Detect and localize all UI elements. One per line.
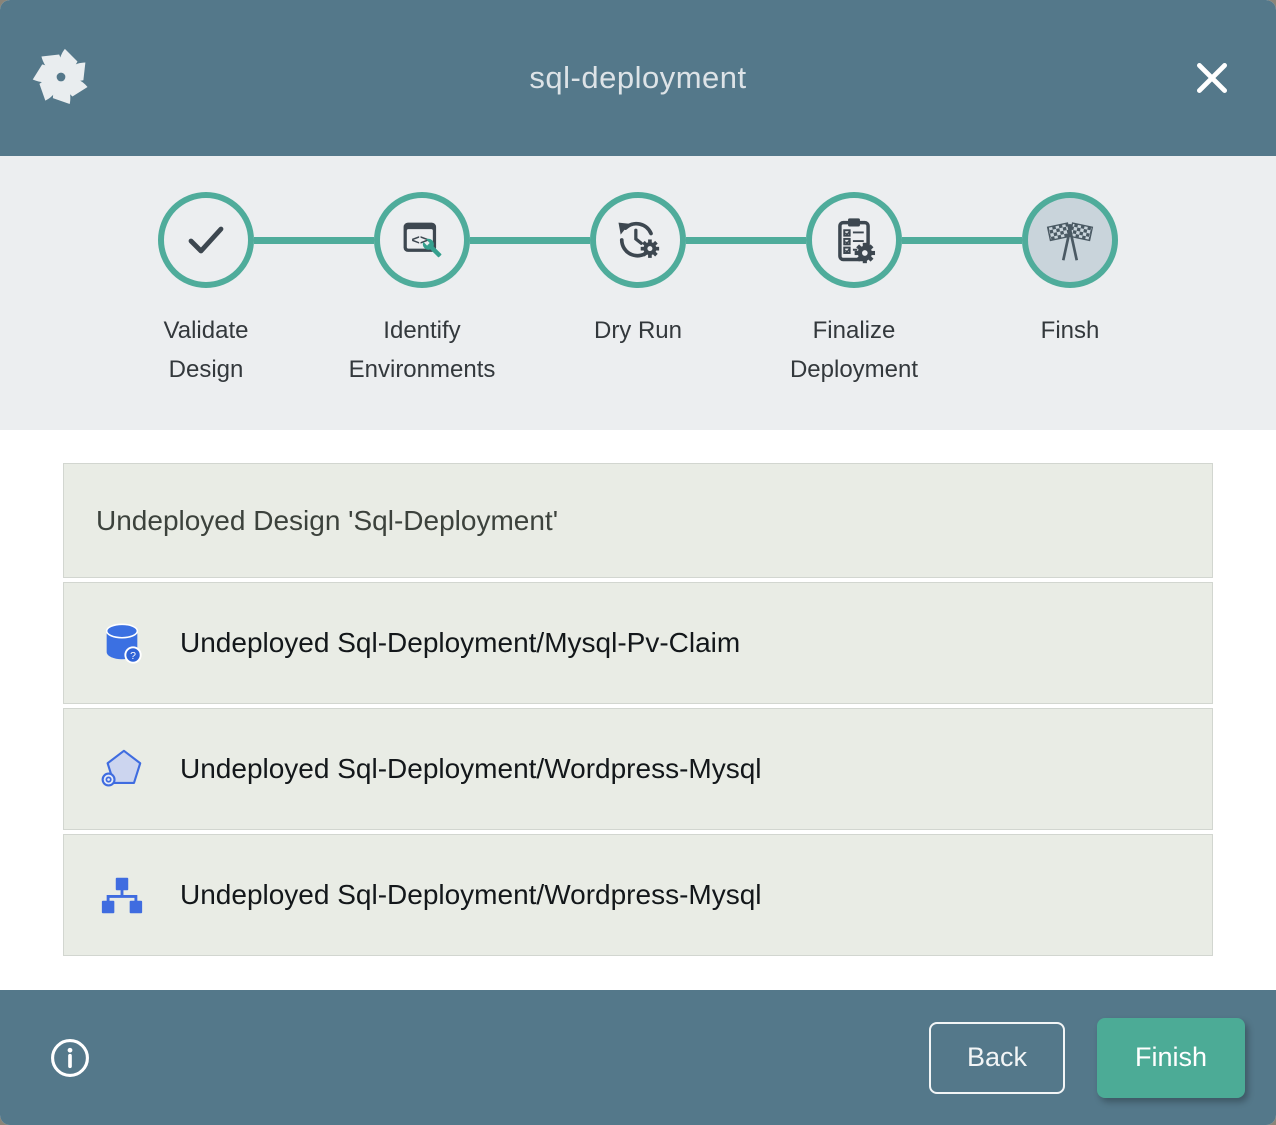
gear [641, 239, 659, 257]
meshery-logo-icon [30, 46, 92, 108]
status-row-text: Undeployed Sql-Deployment/Mysql-Pv-Claim [180, 627, 740, 659]
step-finish[interactable]: Finsh [962, 192, 1178, 390]
step-connector [686, 237, 806, 244]
svg-text:?: ? [130, 650, 136, 662]
status-row-wordpress-mysql-service: Undeployed Sql-Deployment/Wordpress-Mysq… [63, 708, 1213, 830]
step-finalize-deployment[interactable]: Finalize Deployment [746, 192, 962, 390]
back-button[interactable]: Back [929, 1022, 1065, 1094]
step-label: Identify Environments [340, 312, 505, 390]
close-icon[interactable] [1190, 56, 1234, 100]
status-row-mysql-pv-claim: ? Undeployed Sql-Deployment/Mysql-Pv-Cla… [63, 582, 1213, 704]
status-row-text: Undeployed Sql-Deployment/Wordpress-Mysq… [180, 753, 762, 785]
code-tools-icon: <> [396, 214, 448, 266]
step-circle [158, 192, 254, 288]
status-list-header: Undeployed Design 'Sql-Deployment' [63, 463, 1213, 578]
check-icon [182, 216, 230, 264]
clipboard-gear-icon [828, 214, 880, 266]
refresh-gear-icon [612, 214, 664, 266]
step-dry-run[interactable]: Dry Run [530, 192, 746, 390]
finish-button[interactable]: Finish [1097, 1018, 1245, 1098]
checkered-flags-icon [1043, 213, 1097, 267]
status-row-wordpress-mysql-deployment: Undeployed Sql-Deployment/Wordpress-Mysq… [63, 834, 1213, 956]
dialog-footer: Back Finish [0, 990, 1276, 1125]
info-icon[interactable] [48, 1036, 92, 1080]
dialog-body: Undeployed Design 'Sql-Deployment' ? Und… [0, 430, 1276, 990]
step-label: Dry Run [594, 312, 682, 351]
step-circle-active [1022, 192, 1118, 288]
step-label: Validate Design [124, 312, 289, 390]
step-circle [806, 192, 902, 288]
wizard-stepper: Validate Design <> Identify Environments [0, 156, 1276, 430]
pentagon-node-icon [98, 745, 146, 793]
step-connector [470, 237, 590, 244]
gear [855, 243, 875, 263]
dialog-header: sql-deployment [0, 0, 1276, 156]
database-question-icon: ? [98, 619, 146, 667]
step-circle [590, 192, 686, 288]
status-row-text: Undeployed Sql-Deployment/Wordpress-Mysq… [180, 879, 762, 911]
step-connector [902, 237, 1022, 244]
status-header-text: Undeployed Design 'Sql-Deployment' [96, 505, 558, 537]
step-label: Finalize Deployment [772, 312, 937, 390]
step-label: Finsh [1041, 312, 1100, 351]
deployment-status-list: Undeployed Design 'Sql-Deployment' ? Und… [63, 463, 1213, 956]
step-connector [254, 237, 374, 244]
deployment-wizard-dialog: sql-deployment Validate Design [0, 0, 1276, 1125]
hierarchy-icon [98, 871, 146, 919]
step-validate-design[interactable]: Validate Design [98, 192, 314, 390]
dialog-title: sql-deployment [529, 60, 746, 96]
step-circle: <> [374, 192, 470, 288]
step-identify-environments[interactable]: <> Identify Environments [314, 192, 530, 390]
